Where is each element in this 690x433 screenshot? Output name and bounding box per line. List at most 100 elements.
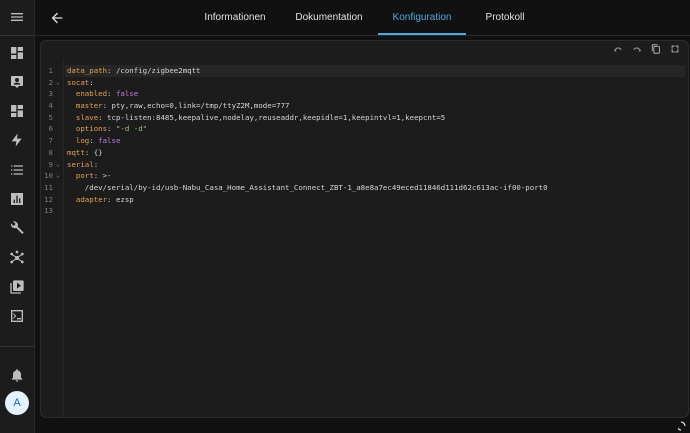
line-number-text: 3 (48, 89, 53, 99)
code-line[interactable]: socat: (65, 77, 685, 89)
yaml-value: : (107, 124, 116, 134)
redo-icon[interactable] (631, 43, 643, 55)
yaml-key: socat (67, 77, 90, 87)
line-number-text: 2 (48, 77, 53, 87)
back-arrow-icon[interactable] (47, 8, 67, 28)
yaml-value: : /config/zigbee2mqtt (107, 66, 201, 75)
fullscreen-icon[interactable] (669, 43, 681, 55)
yaml-value: : {} (84, 147, 103, 157)
yaml-value: /dev/serial/by-id/usb-Nabu_Casa_Home_Ass… (67, 182, 548, 192)
yaml-key: slave (67, 112, 99, 122)
code-line[interactable]: master: pty,raw,echo=0,link=/tmp/ttyZ2M,… (65, 100, 685, 112)
settings-wrench-icon[interactable] (7, 218, 27, 238)
yaml-key: adapter (67, 194, 108, 204)
line-number-text: 7 (48, 136, 53, 146)
avatar-initial: A (13, 397, 21, 409)
terminal-icon[interactable] (7, 306, 27, 326)
yaml-boolean: false (115, 89, 139, 99)
yaml-value: : tcp-listen:8485,keepalive,nodelay,reus… (98, 112, 446, 122)
sidebar: A (0, 0, 35, 433)
line-number-text: 9 (48, 159, 53, 169)
yaml-value: : (107, 89, 116, 99)
history-icon[interactable] (7, 160, 27, 180)
code-line[interactable] (65, 205, 685, 217)
yaml-key: enabled (67, 89, 108, 99)
sidebar-divider (0, 346, 34, 347)
menu-icon[interactable] (7, 7, 27, 27)
editor-toolbar (41, 41, 688, 57)
yaml-value: : (89, 136, 99, 146)
tab-informationen[interactable]: Informationen (199, 0, 271, 35)
line-number-text: 6 (48, 124, 53, 134)
code-line[interactable]: /dev/serial/by-id/usb-Nabu_Casa_Home_Ass… (65, 182, 685, 194)
top-bar: Informationen Dokumentation Konfiguratio… (35, 0, 690, 36)
line-number: 8 (41, 147, 53, 159)
tab-label: Protokoll (485, 12, 525, 23)
line-number: 13 (41, 205, 53, 217)
media-icon[interactable] (7, 277, 27, 297)
line-number-text: 4 (48, 101, 53, 111)
yaml-value: : pty,raw,echo=0,link=/tmp/ttyZ2M,mode=7… (102, 101, 290, 111)
yaml-value: : (93, 159, 99, 169)
yaml-value: : ezsp (107, 194, 134, 204)
line-number-text: 13 (44, 206, 53, 216)
yaml-value: : (89, 77, 94, 87)
copy-icon[interactable] (650, 43, 662, 55)
code-line[interactable]: serial: (65, 159, 685, 171)
line-number-text: 1 (48, 66, 53, 75)
code-line[interactable]: mqtt: {} (65, 147, 685, 159)
line-number: 10 ⌄ (41, 170, 60, 182)
line-number: 5 (41, 112, 53, 124)
tab-label: Dokumentation (295, 12, 363, 23)
line-number-text: 10 (44, 171, 53, 181)
energy-icon[interactable] (7, 130, 27, 150)
fold-chevron-icon[interactable]: ⌄ (56, 170, 60, 182)
sidebar-divider (0, 35, 34, 36)
line-number: 1 (41, 65, 53, 77)
line-number: 6 (41, 123, 53, 135)
code-line[interactable]: enabled: false (65, 88, 685, 100)
yaml-key: port (67, 171, 94, 181)
yaml-key: options (67, 124, 108, 134)
gutter-separator (63, 59, 64, 417)
developer-tools-icon[interactable] (7, 248, 27, 268)
tab-label: Informationen (204, 12, 266, 23)
tab-protokoll[interactable]: Protokoll (475, 0, 535, 35)
statistics-icon[interactable] (7, 189, 27, 209)
line-number-text: 5 (48, 112, 53, 122)
line-number: 11 (41, 182, 53, 194)
code-line[interactable]: adapter: ezsp (65, 194, 685, 206)
line-number-text: 12 (44, 194, 53, 204)
yaml-key: data_path (67, 66, 108, 75)
user-avatar[interactable]: A (5, 391, 29, 415)
code-line[interactable]: options: "-d -d" (65, 123, 685, 135)
fold-chevron-icon[interactable]: ⌄ (56, 77, 60, 89)
loading-spinner-icon (676, 418, 686, 431)
yaml-key: mqtt (67, 147, 85, 157)
tab-konfiguration[interactable]: Konfiguration (378, 0, 466, 35)
code-line[interactable]: data_path: /config/zigbee2mqtt (65, 65, 685, 77)
tab-label: Konfiguration (392, 12, 452, 23)
tab-dokumentation[interactable]: Dokumentation (291, 0, 367, 35)
notifications-bell-icon[interactable] (7, 365, 27, 385)
line-number-text: 8 (48, 147, 53, 157)
yaml-string: "-d -d" (115, 124, 148, 134)
code-line[interactable]: slave: tcp-listen:8485,keepalive,nodelay… (65, 112, 685, 124)
yaml-code-area[interactable]: data_path: /config/zigbee2mqtt socat: ena… (65, 65, 685, 217)
yaml-key: log (67, 136, 90, 146)
map-icon[interactable] (7, 72, 27, 92)
dashboard-icon[interactable] (7, 43, 27, 63)
code-line[interactable]: port: >- (65, 170, 685, 182)
line-number: 7 (41, 135, 53, 147)
line-number-text: 11 (44, 182, 53, 192)
code-line[interactable]: log: false (65, 135, 685, 147)
fold-chevron-icon[interactable]: ⌄ (56, 159, 60, 171)
line-number-gutter: 1 2 ⌄ 3 4 5 6 7 8 9 ⌄ 10 ⌄ 11 12 13 (41, 65, 63, 217)
app-root: A Informationen Dokumentation Konfigurat… (0, 0, 690, 433)
logbook-icon[interactable] (7, 101, 27, 121)
line-number: 2 ⌄ (41, 77, 60, 89)
undo-icon[interactable] (612, 43, 624, 55)
yaml-boolean: false (98, 136, 121, 146)
yaml-key: master (67, 101, 103, 111)
config-editor-card: 1 2 ⌄ 3 4 5 6 7 8 9 ⌄ 10 ⌄ 11 12 13 data_path: /config/… (40, 40, 689, 418)
